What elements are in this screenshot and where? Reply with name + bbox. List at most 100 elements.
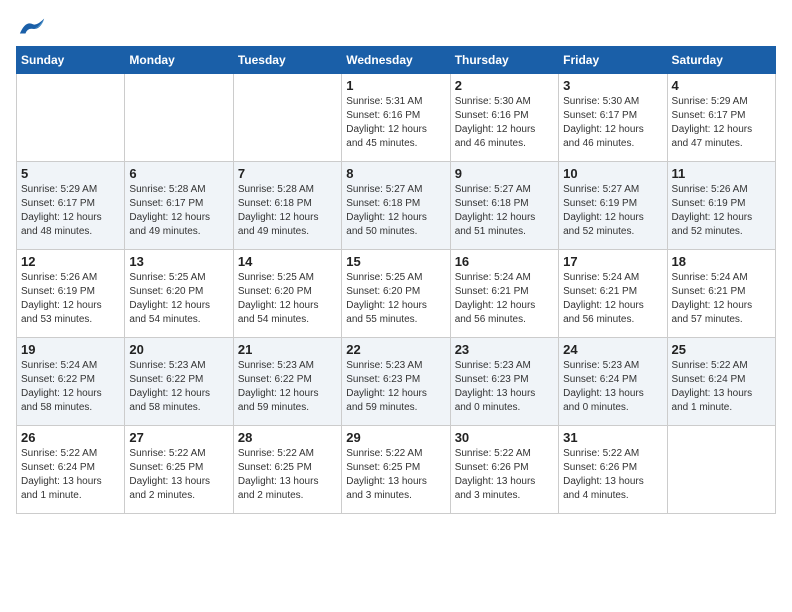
day-info: Sunrise: 5:24 AM Sunset: 6:22 PM Dayligh… <box>21 359 120 415</box>
day-number: 30 <box>455 430 554 445</box>
calendar-cell: 24 Sunrise: 5:23 AM Sunset: 6:24 PM Dayli… <box>559 338 667 426</box>
logo-bird-icon <box>18 16 46 38</box>
day-info: Sunrise: 5:22 AM Sunset: 6:25 PM Dayligh… <box>238 447 337 503</box>
day-number: 11 <box>672 166 771 181</box>
day-number: 6 <box>129 166 228 181</box>
day-number: 1 <box>346 78 445 93</box>
calendar-cell: 31 Sunrise: 5:22 AM Sunset: 6:26 PM Dayli… <box>559 426 667 514</box>
calendar-cell: 2 Sunrise: 5:30 AM Sunset: 6:16 PM Daylig… <box>450 74 558 162</box>
day-number: 29 <box>346 430 445 445</box>
day-info: Sunrise: 5:25 AM Sunset: 6:20 PM Dayligh… <box>238 271 337 327</box>
day-info: Sunrise: 5:27 AM Sunset: 6:19 PM Dayligh… <box>563 183 662 239</box>
day-number: 2 <box>455 78 554 93</box>
day-number: 12 <box>21 254 120 269</box>
day-info: Sunrise: 5:23 AM Sunset: 6:22 PM Dayligh… <box>238 359 337 415</box>
day-number: 26 <box>21 430 120 445</box>
day-number: 27 <box>129 430 228 445</box>
calendar-cell: 3 Sunrise: 5:30 AM Sunset: 6:17 PM Daylig… <box>559 74 667 162</box>
day-info: Sunrise: 5:23 AM Sunset: 6:24 PM Dayligh… <box>563 359 662 415</box>
calendar-table: SundayMondayTuesdayWednesdayThursdayFrid… <box>16 46 776 514</box>
day-info: Sunrise: 5:25 AM Sunset: 6:20 PM Dayligh… <box>346 271 445 327</box>
day-number: 21 <box>238 342 337 357</box>
calendar-cell: 30 Sunrise: 5:22 AM Sunset: 6:26 PM Dayli… <box>450 426 558 514</box>
day-info: Sunrise: 5:30 AM Sunset: 6:17 PM Dayligh… <box>563 95 662 151</box>
day-number: 17 <box>563 254 662 269</box>
day-info: Sunrise: 5:22 AM Sunset: 6:26 PM Dayligh… <box>563 447 662 503</box>
page-header <box>16 16 776 34</box>
day-info: Sunrise: 5:22 AM Sunset: 6:25 PM Dayligh… <box>346 447 445 503</box>
calendar-cell: 25 Sunrise: 5:22 AM Sunset: 6:24 PM Dayli… <box>667 338 775 426</box>
calendar-cell <box>233 74 341 162</box>
calendar-cell: 26Sunrise: 5:22 AM Sunset: 6:24 PM Dayli… <box>17 426 125 514</box>
day-info: Sunrise: 5:30 AM Sunset: 6:16 PM Dayligh… <box>455 95 554 151</box>
calendar-week-row: 12 Sunrise: 5:26 AM Sunset: 6:19 PM Dayli… <box>17 250 776 338</box>
calendar-cell: 15Sunrise: 5:25 AM Sunset: 6:20 PM Dayli… <box>342 250 450 338</box>
calendar-cell: 20 Sunrise: 5:23 AM Sunset: 6:22 PM Dayli… <box>125 338 233 426</box>
day-number: 18 <box>672 254 771 269</box>
day-number: 5 <box>21 166 120 181</box>
calendar-cell: 9 Sunrise: 5:27 AM Sunset: 6:18 PM Daylig… <box>450 162 558 250</box>
day-info: Sunrise: 5:22 AM Sunset: 6:26 PM Dayligh… <box>455 447 554 503</box>
header-monday: Monday <box>125 47 233 74</box>
day-number: 9 <box>455 166 554 181</box>
header-wednesday: Wednesday <box>342 47 450 74</box>
calendar-cell: 8 Sunrise: 5:27 AM Sunset: 6:18 PM Daylig… <box>342 162 450 250</box>
day-number: 31 <box>563 430 662 445</box>
calendar-cell: 14 Sunrise: 5:25 AM Sunset: 6:20 PM Dayli… <box>233 250 341 338</box>
calendar-cell: 22 Sunrise: 5:23 AM Sunset: 6:23 PM Dayli… <box>342 338 450 426</box>
calendar-cell: 5Sunrise: 5:29 AM Sunset: 6:17 PM Daylig… <box>17 162 125 250</box>
day-number: 19 <box>21 342 120 357</box>
calendar-cell <box>17 74 125 162</box>
calendar-cell: 29 Sunrise: 5:22 AM Sunset: 6:25 PM Dayli… <box>342 426 450 514</box>
day-number: 14 <box>238 254 337 269</box>
header-thursday: Thursday <box>450 47 558 74</box>
calendar-cell: 10 Sunrise: 5:27 AM Sunset: 6:19 PM Dayli… <box>559 162 667 250</box>
day-number: 28 <box>238 430 337 445</box>
calendar-cell: 19 Sunrise: 5:24 AM Sunset: 6:22 PM Dayli… <box>17 338 125 426</box>
calendar-cell: 16 Sunrise: 5:24 AM Sunset: 6:21 PM Dayli… <box>450 250 558 338</box>
calendar-cell: 7Sunrise: 5:28 AM Sunset: 6:18 PM Daylig… <box>233 162 341 250</box>
day-info: Sunrise: 5:27 AM Sunset: 6:18 PM Dayligh… <box>346 183 445 239</box>
calendar-cell: 13Sunrise: 5:25 AM Sunset: 6:20 PM Dayli… <box>125 250 233 338</box>
header-saturday: Saturday <box>667 47 775 74</box>
day-info: Sunrise: 5:23 AM Sunset: 6:23 PM Dayligh… <box>346 359 445 415</box>
day-number: 3 <box>563 78 662 93</box>
day-number: 24 <box>563 342 662 357</box>
day-info: Sunrise: 5:23 AM Sunset: 6:22 PM Dayligh… <box>129 359 228 415</box>
day-info: Sunrise: 5:26 AM Sunset: 6:19 PM Dayligh… <box>672 183 771 239</box>
day-info: Sunrise: 5:24 AM Sunset: 6:21 PM Dayligh… <box>563 271 662 327</box>
day-info: Sunrise: 5:29 AM Sunset: 6:17 PM Dayligh… <box>672 95 771 151</box>
header-sunday: Sunday <box>17 47 125 74</box>
header-friday: Friday <box>559 47 667 74</box>
calendar-cell: 21 Sunrise: 5:23 AM Sunset: 6:22 PM Dayli… <box>233 338 341 426</box>
day-number: 10 <box>563 166 662 181</box>
day-info: Sunrise: 5:23 AM Sunset: 6:23 PM Dayligh… <box>455 359 554 415</box>
day-info: Sunrise: 5:27 AM Sunset: 6:18 PM Dayligh… <box>455 183 554 239</box>
calendar-cell: 6 Sunrise: 5:28 AM Sunset: 6:17 PM Daylig… <box>125 162 233 250</box>
calendar-week-row: 1 Sunrise: 5:31 AM Sunset: 6:16 PM Daylig… <box>17 74 776 162</box>
day-number: 20 <box>129 342 228 357</box>
day-number: 25 <box>672 342 771 357</box>
day-info: Sunrise: 5:31 AM Sunset: 6:16 PM Dayligh… <box>346 95 445 151</box>
logo <box>16 16 46 34</box>
day-info: Sunrise: 5:24 AM Sunset: 6:21 PM Dayligh… <box>455 271 554 327</box>
day-number: 8 <box>346 166 445 181</box>
day-number: 23 <box>455 342 554 357</box>
calendar-cell <box>667 426 775 514</box>
calendar-cell: 11 Sunrise: 5:26 AM Sunset: 6:19 PM Dayli… <box>667 162 775 250</box>
day-info: Sunrise: 5:28 AM Sunset: 6:17 PM Dayligh… <box>129 183 228 239</box>
calendar-cell: 27 Sunrise: 5:22 AM Sunset: 6:25 PM Dayli… <box>125 426 233 514</box>
calendar-week-row: 19 Sunrise: 5:24 AM Sunset: 6:22 PM Dayli… <box>17 338 776 426</box>
day-number: 16 <box>455 254 554 269</box>
day-info: Sunrise: 5:22 AM Sunset: 6:24 PM Dayligh… <box>672 359 771 415</box>
day-info: Sunrise: 5:26 AM Sunset: 6:19 PM Dayligh… <box>21 271 120 327</box>
calendar-cell: 28 Sunrise: 5:22 AM Sunset: 6:25 PM Dayli… <box>233 426 341 514</box>
calendar-cell: 4Sunrise: 5:29 AM Sunset: 6:17 PM Daylig… <box>667 74 775 162</box>
day-info: Sunrise: 5:28 AM Sunset: 6:18 PM Dayligh… <box>238 183 337 239</box>
day-info: Sunrise: 5:22 AM Sunset: 6:25 PM Dayligh… <box>129 447 228 503</box>
calendar-cell: 23 Sunrise: 5:23 AM Sunset: 6:23 PM Dayli… <box>450 338 558 426</box>
calendar-cell: 18Sunrise: 5:24 AM Sunset: 6:21 PM Dayli… <box>667 250 775 338</box>
calendar-week-row: 26Sunrise: 5:22 AM Sunset: 6:24 PM Dayli… <box>17 426 776 514</box>
day-info: Sunrise: 5:25 AM Sunset: 6:20 PM Dayligh… <box>129 271 228 327</box>
day-number: 22 <box>346 342 445 357</box>
